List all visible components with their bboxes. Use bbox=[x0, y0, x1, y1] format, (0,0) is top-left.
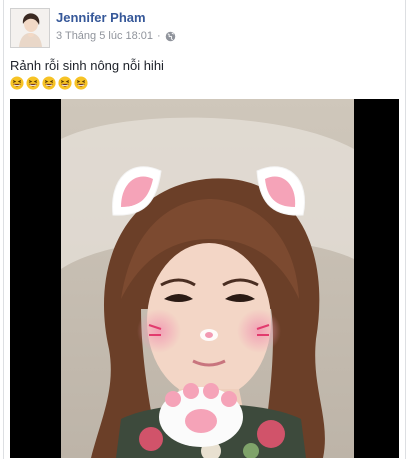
grinning-squinting-face-icon bbox=[10, 76, 24, 90]
avatar[interactable] bbox=[10, 8, 50, 48]
avatar-image bbox=[11, 9, 49, 47]
grinning-squinting-face-icon bbox=[26, 76, 40, 90]
video-thumbnail bbox=[61, 99, 354, 458]
cat-paw bbox=[159, 383, 243, 447]
post-timestamp[interactable]: 3 Tháng 5 lúc 18:01 bbox=[56, 30, 153, 42]
grinning-squinting-face-icon bbox=[74, 76, 88, 90]
post-caption: Rảnh rỗi sinh nông nỗi hihi bbox=[10, 58, 164, 73]
emoji-row bbox=[10, 76, 88, 90]
video-player[interactable] bbox=[10, 99, 399, 458]
globe-icon[interactable] bbox=[165, 31, 176, 42]
grinning-squinting-face-icon bbox=[42, 76, 56, 90]
author-name[interactable]: Jennifer Pham bbox=[56, 10, 146, 25]
feed-post: Jennifer Pham 3 Tháng 5 lúc 18:01 · Rảnh… bbox=[0, 0, 409, 459]
grinning-squinting-face-icon bbox=[58, 76, 72, 90]
video-frame[interactable] bbox=[61, 99, 354, 458]
separator-dot: · bbox=[157, 30, 161, 42]
post-meta: 3 Tháng 5 lúc 18:01 · bbox=[56, 30, 176, 42]
